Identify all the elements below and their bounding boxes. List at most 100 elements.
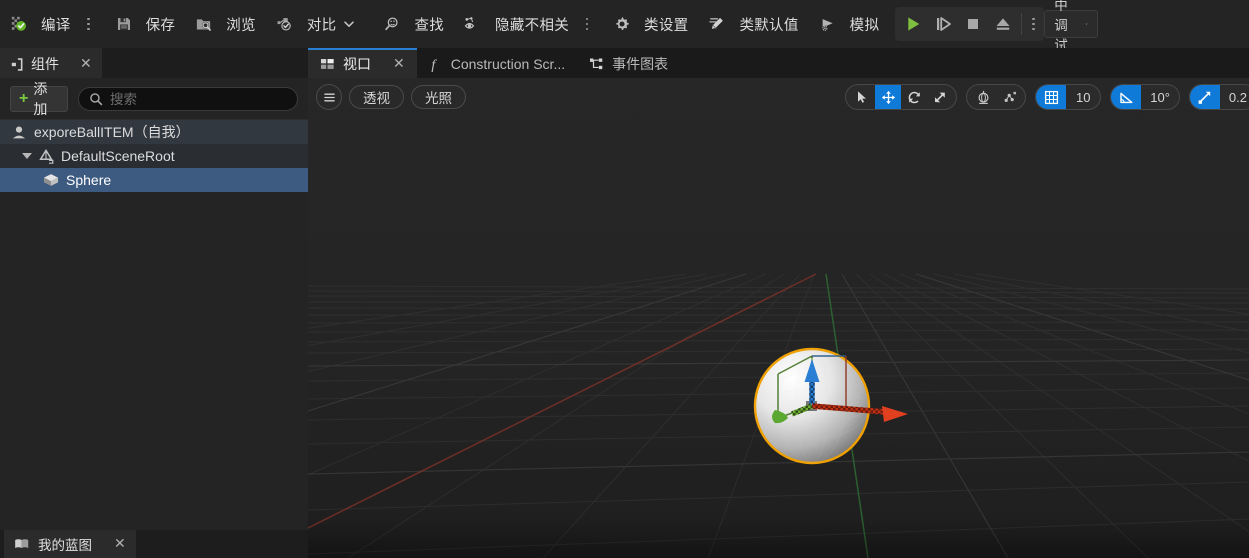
browse-button[interactable]: 浏览 (185, 7, 266, 41)
save-button[interactable]: 保存 (105, 7, 186, 41)
components-tabstrip: 组件 ✕ (0, 48, 308, 78)
close-icon[interactable]: ✕ (393, 57, 405, 71)
search-icon (90, 93, 103, 106)
surface-snap-toggle[interactable] (996, 85, 1025, 109)
diff-icon (277, 18, 291, 31)
play-icon (908, 17, 920, 31)
toolbar-group-graph: 查找 隐藏不相关 (373, 0, 595, 48)
chevron-down-icon (1085, 23, 1088, 25)
svg-text:f: f (431, 57, 437, 72)
hide-unrelated-eye-icon (464, 17, 475, 29)
function-icon: f (431, 57, 437, 72)
chevron-down-icon (344, 21, 355, 27)
world-space-toggle[interactable] (967, 85, 996, 109)
plus-icon: + (19, 90, 29, 107)
tree-item-actor[interactable]: exporeBallITEM（自我） (0, 120, 308, 144)
add-component-button[interactable]: + 添加 (10, 81, 68, 117)
search-input[interactable] (110, 91, 287, 107)
viewport-view-controls: 透视 光照 (316, 84, 466, 110)
view-lit-button[interactable]: 光照 (411, 85, 466, 109)
eject-icon (996, 18, 1010, 30)
step-icon (937, 17, 952, 31)
grid-snap-value[interactable]: 10 (1066, 85, 1100, 109)
find-button[interactable]: 查找 (373, 7, 454, 41)
close-icon[interactable]: ✕ (114, 537, 126, 551)
close-icon[interactable]: ✕ (80, 57, 92, 71)
scale-snap-value[interactable]: 0.2 (1220, 85, 1249, 109)
find-icon (385, 17, 399, 31)
diff-label: 对比 (306, 17, 337, 34)
components-panel: 组件 ✕ + 添加 搜索 exporeBallITEM（自我） DefaultS… (0, 48, 308, 558)
viewport-3d-stage[interactable]: 透视 光照 10 10° 0.2 (308, 78, 1249, 558)
play-options-button[interactable] (1025, 9, 1041, 39)
class-settings-label: 类设置 (644, 17, 689, 34)
bottom-tabstrip: 我的蓝图 ✕ (0, 530, 308, 558)
eject-button[interactable] (988, 9, 1018, 39)
scale-icon (935, 92, 946, 103)
hide-unrelated-label: 隐藏不相关 (495, 17, 570, 34)
hide-unrelated-options-button[interactable] (579, 9, 595, 39)
toolbar-group-class: 类设置 类默认值 模拟 (603, 0, 889, 48)
select-tool-button[interactable] (846, 85, 875, 109)
diff-button[interactable]: 对比 (266, 7, 366, 41)
class-settings-button[interactable]: 类设置 (603, 7, 698, 41)
find-label: 查找 (414, 17, 445, 34)
tab-construction-script-label: Construction Scr... (450, 56, 566, 72)
rotate-tool-button[interactable] (901, 85, 927, 109)
tree-item-label: exporeBallITEM（自我） (34, 124, 190, 140)
viewport-menu-button[interactable] (316, 84, 342, 110)
blueprint-book-icon (15, 539, 29, 549)
tree-item-default-scene-root[interactable]: DefaultSceneRoot (0, 144, 308, 168)
globe-gizmo-icon (978, 90, 989, 104)
tab-my-blueprint[interactable]: 我的蓝图 ✕ (4, 530, 136, 558)
tab-viewport-label: 视口 (343, 56, 371, 72)
tab-event-graph[interactable]: 事件图表 (577, 48, 680, 78)
chevron-down-icon[interactable] (22, 153, 32, 159)
blueprint-editor-window: 编译 保存 浏览 对比 查找 隐藏不相关 类设置 类默认值 模拟 中调试 组件 … (0, 0, 1249, 558)
class-defaults-button[interactable]: 类默认值 (698, 7, 808, 41)
stop-button[interactable] (958, 9, 988, 39)
view-perspective-button[interactable]: 透视 (349, 85, 404, 109)
compile-button[interactable]: 编译 (0, 7, 81, 41)
play-divider (1021, 13, 1023, 35)
scale-tool-button[interactable] (927, 85, 956, 109)
tree-item-label: Sphere (66, 172, 112, 188)
components-body: + 添加 exporeBallITEM（自我 (0, 78, 308, 558)
simulate-button[interactable]: 模拟 (809, 7, 890, 41)
compile-label: 编译 (41, 17, 71, 34)
gizmo-mode-group (845, 84, 958, 110)
components-toolbar: + 添加 (0, 78, 308, 119)
compile-options-button[interactable] (81, 9, 97, 39)
rotate-icon (908, 91, 920, 103)
debug-object-selector[interactable]: 未选中调试对象 (1044, 0, 1098, 93)
save-label: 保存 (145, 17, 176, 34)
tab-components[interactable]: 组件 ✕ (0, 48, 102, 78)
tree-item-sphere[interactable]: Sphere (0, 168, 308, 192)
save-icon (117, 18, 130, 30)
step-button[interactable] (928, 9, 958, 39)
hamburger-icon (323, 93, 335, 101)
view-lit-label: 光照 (425, 91, 452, 106)
tab-viewport[interactable]: 视口 ✕ (308, 48, 417, 78)
browse-folder-icon (197, 19, 212, 31)
tab-construction-script[interactable]: f Construction Scr... (417, 48, 577, 78)
scene-root-icon (39, 148, 54, 164)
translate-tool-button[interactable] (875, 85, 902, 109)
angle-snap-value[interactable]: 10° (1141, 85, 1179, 109)
toolbar-group-asset: 编译 (0, 0, 97, 48)
components-icon (11, 57, 23, 71)
scale-snap-toggle[interactable] (1189, 85, 1220, 109)
play-button[interactable] (898, 9, 928, 39)
coord-space-group (966, 84, 1027, 110)
viewport-3d-scene (308, 78, 1249, 558)
components-search-box[interactable] (78, 87, 298, 111)
tab-event-graph-label: 事件图表 (612, 56, 669, 72)
angle-snap-toggle[interactable] (1111, 85, 1142, 109)
grid-snap-toggle[interactable] (1036, 85, 1067, 109)
move-icon (881, 90, 895, 104)
toolbar-group-file: 保存 浏览 对比 (105, 0, 366, 48)
viewport-icon (320, 59, 334, 69)
hide-unrelated-button[interactable]: 隐藏不相关 (454, 7, 579, 41)
browse-label: 浏览 (226, 17, 256, 34)
class-defaults-label: 类默认值 (739, 17, 799, 34)
